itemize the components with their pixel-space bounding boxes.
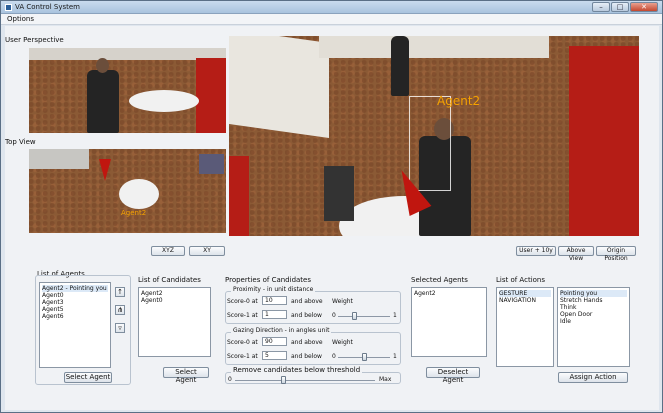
threshold-min: 0 xyxy=(228,376,232,383)
proximity-score0-suffix: and above xyxy=(291,298,323,305)
filter-icon[interactable]: ▿ xyxy=(115,323,125,333)
red-curtain xyxy=(196,58,226,133)
gaze-score0-label: Score-0 at xyxy=(227,339,258,346)
agent-label: Agent2 xyxy=(437,94,481,108)
proximity-weight-thumb[interactable] xyxy=(351,312,357,320)
maximize-button[interactable]: □ xyxy=(611,2,629,12)
list-item[interactable]: Agent0 xyxy=(141,297,208,304)
threshold-slider[interactable] xyxy=(235,380,375,381)
select-agent-button[interactable]: Select Agent xyxy=(64,372,112,383)
title-bar: VA Control System – □ ✕ xyxy=(1,1,662,14)
list-item[interactable]: Open Door xyxy=(560,311,627,318)
round-table xyxy=(119,179,159,209)
menu-bar: Options xyxy=(1,14,662,25)
left-wall xyxy=(229,36,329,139)
gaze-score1-label: Score-1 at xyxy=(227,353,258,360)
agent-figure xyxy=(87,70,119,133)
list-item[interactable]: Agent3 xyxy=(42,299,108,306)
gaze-group xyxy=(225,332,401,365)
proximity-title: Proximity - in unit distance xyxy=(231,286,316,293)
app-icon xyxy=(5,4,12,11)
furniture-block xyxy=(199,154,224,174)
xy-button[interactable]: XY xyxy=(189,246,225,256)
person-icon[interactable]: ↑ xyxy=(115,287,125,297)
chair xyxy=(324,166,354,221)
assign-action-button[interactable]: Assign Action xyxy=(558,372,628,383)
list-item[interactable]: Stretch Hands xyxy=(560,297,627,304)
threshold-thumb[interactable] xyxy=(280,376,286,384)
proximity-score0-label: Score-0 at xyxy=(227,298,258,305)
above-view-button[interactable]: Above View xyxy=(558,246,594,262)
gaze-weight-min: 0 xyxy=(332,353,336,360)
deselect-agent-button[interactable]: Deselect Agent xyxy=(426,367,480,384)
red-curtain xyxy=(569,46,639,236)
list-item[interactable]: Agent0 xyxy=(42,292,108,299)
actions-listbox[interactable]: Pointing you Stretch Hands Think Open Do… xyxy=(557,287,630,367)
proximity-score0-input[interactable]: 10 xyxy=(262,296,287,305)
user-perspective-label: User Perspective xyxy=(5,36,64,44)
main-3d-view[interactable]: Agent2 xyxy=(229,36,639,236)
gaze-weight-label: Weight xyxy=(332,339,353,346)
threshold-title: Remove candidates below threshold xyxy=(231,366,363,374)
window-controls: – □ ✕ xyxy=(592,2,658,12)
candidates-title: List of Candidates xyxy=(138,276,201,284)
agents-listbox[interactable]: Agent2 - Pointing you Agent0 Agent3 Agen… xyxy=(39,282,111,368)
proximity-weight-min: 0 xyxy=(332,312,336,319)
user-10y-button[interactable]: User + 10y xyxy=(516,246,556,256)
action-categories-listbox[interactable]: GESTURE NAVIGATION xyxy=(496,287,554,367)
properties-title: Properties of Candidates xyxy=(225,276,312,284)
gaze-weight-thumb[interactable] xyxy=(362,353,367,361)
window-title: VA Control System xyxy=(15,3,80,11)
select-candidate-button[interactable]: Select Agent xyxy=(163,367,209,384)
agent-head xyxy=(96,58,109,73)
close-button[interactable]: ✕ xyxy=(630,2,658,12)
proximity-weight-label: Weight xyxy=(332,298,353,305)
minimize-button[interactable]: – xyxy=(592,2,610,12)
list-item[interactable]: Think xyxy=(560,304,627,311)
list-item[interactable]: Pointing you xyxy=(560,290,627,297)
group-icon[interactable]: ⋔ xyxy=(115,305,125,315)
back-wall xyxy=(319,36,549,58)
list-item[interactable]: GESTURE xyxy=(499,290,551,297)
gaze-score0-input[interactable]: 90 xyxy=(262,337,287,346)
proximity-group xyxy=(225,291,401,324)
origin-position-button[interactable]: Origin Position xyxy=(596,246,636,262)
gaze-score1-input[interactable]: 5 xyxy=(262,351,287,360)
top-view-label: Top View xyxy=(5,138,36,146)
menu-options[interactable]: Options xyxy=(7,15,34,23)
gaze-title: Gazing Direction - in angles unit xyxy=(231,327,332,334)
round-table xyxy=(129,90,199,112)
actions-title: List of Actions xyxy=(496,276,546,284)
proximity-weight-slider[interactable] xyxy=(338,316,390,317)
list-item[interactable]: Agent2 xyxy=(414,290,484,297)
proximity-score1-label: Score-1 at xyxy=(227,312,258,319)
threshold-max: Max xyxy=(379,376,392,383)
proximity-score1-suffix: and below xyxy=(291,312,322,319)
app-window: VA Control System – □ ✕ Options User Per… xyxy=(0,0,663,413)
gaze-weight-max: 1 xyxy=(393,353,397,360)
list-item[interactable]: Agent2 - Pointing you xyxy=(42,285,108,292)
gaze-score0-suffix: and above xyxy=(291,339,323,346)
selected-title: Selected Agents xyxy=(411,276,468,284)
top-view-agent-label: Agent2 xyxy=(121,209,147,217)
list-item[interactable]: Agent5 xyxy=(42,306,108,313)
list-item[interactable]: NAVIGATION xyxy=(499,297,551,304)
user-perspective-view[interactable] xyxy=(29,48,226,133)
gaze-score1-suffix: and below xyxy=(291,353,322,360)
list-item[interactable]: Agent6 xyxy=(42,313,108,320)
wall-block xyxy=(29,149,89,169)
red-panel-left xyxy=(229,156,249,236)
background-agent xyxy=(391,36,409,96)
xyz-button[interactable]: XYZ xyxy=(151,246,185,256)
selected-listbox[interactable]: Agent2 xyxy=(411,287,487,357)
proximity-score1-input[interactable]: 1 xyxy=(262,310,287,319)
gaze-cone xyxy=(99,159,111,181)
list-item[interactable]: Agent2 xyxy=(141,290,208,297)
proximity-weight-max: 1 xyxy=(393,312,397,319)
list-item[interactable]: Idle xyxy=(560,318,627,325)
candidates-listbox[interactable]: Agent2 Agent0 xyxy=(138,287,211,357)
client-area: User Perspective Top View Agent2 Agent2 … xyxy=(5,26,659,410)
top-view[interactable]: Agent2 xyxy=(29,149,226,233)
